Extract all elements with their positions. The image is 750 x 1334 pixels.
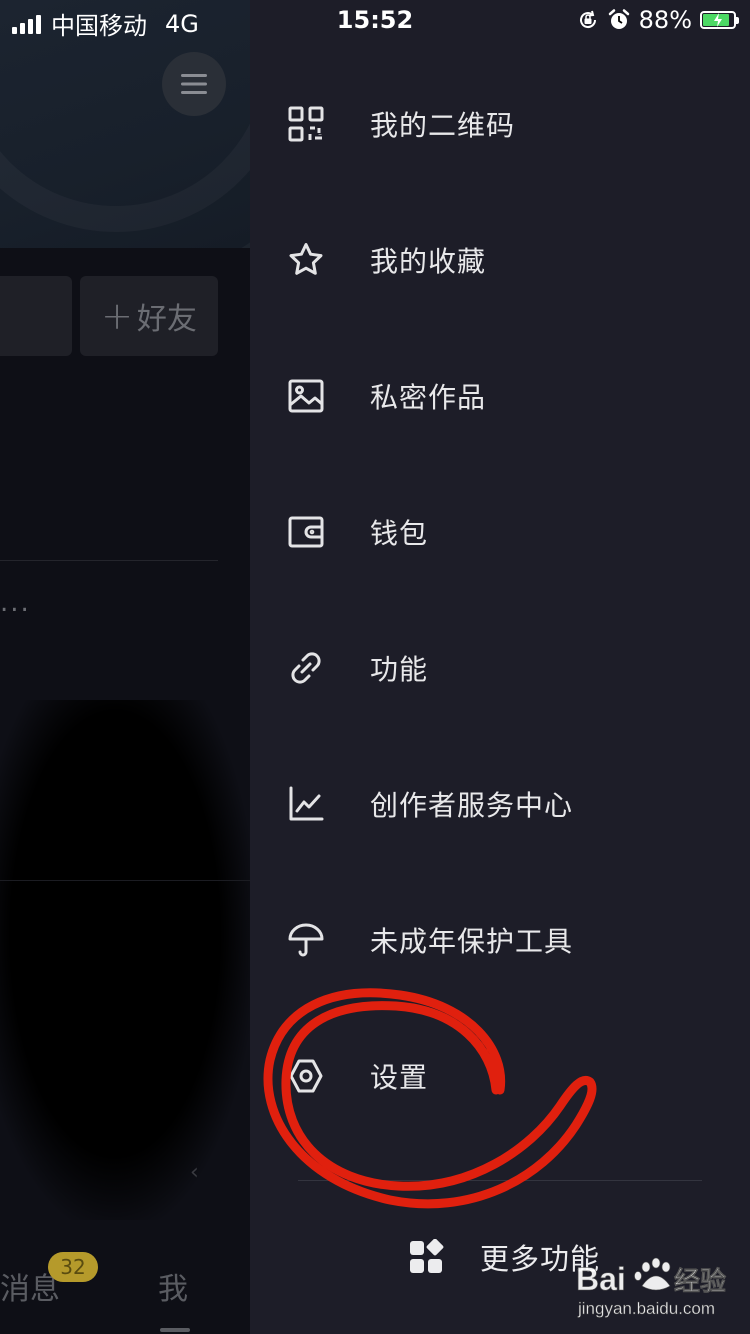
grid-apps-icon bbox=[410, 1239, 444, 1273]
menu-item-label: 功能 bbox=[370, 653, 429, 686]
divider bbox=[0, 880, 250, 881]
menu-item-my-favorites[interactable]: 我的收藏 bbox=[286, 220, 726, 300]
menu-item-minor-protection-tools[interactable]: 未成年保护工具 bbox=[286, 900, 726, 980]
menu-item-wallet[interactable]: 钱包 bbox=[286, 492, 726, 572]
status-bar: 中国移动 4G 15:52 88% bbox=[0, 0, 750, 40]
qr-code-icon bbox=[286, 104, 326, 144]
svg-text:jingyan.baidu.com: jingyan.baidu.com bbox=[577, 1299, 715, 1318]
divider bbox=[0, 560, 218, 561]
menu-item-label: 设置 bbox=[370, 1061, 429, 1094]
more-functions-button[interactable]: 更多功能 bbox=[408, 1224, 600, 1290]
alarm-clock-icon bbox=[608, 9, 629, 29]
add-friend-label: 好友 bbox=[136, 302, 197, 337]
menu-item-settings[interactable]: 设置 bbox=[286, 1036, 726, 1116]
menu-item-label: 创作者服务中心 bbox=[370, 789, 574, 822]
battery-icon bbox=[700, 11, 739, 29]
divider bbox=[298, 1180, 702, 1181]
umbrella-icon bbox=[286, 920, 326, 960]
plus-icon: + bbox=[101, 294, 133, 338]
baidu-jingyan-watermark: Bai 经验 jingyan.baidu.com bbox=[576, 1257, 726, 1318]
menu-item-label: 我的二维码 bbox=[370, 109, 516, 142]
hexagon-settings-icon bbox=[286, 1056, 326, 1096]
hamburger-menu-button[interactable] bbox=[162, 52, 226, 116]
menu-item-functions[interactable]: 功能 bbox=[286, 628, 726, 708]
svg-text:Bai: Bai bbox=[576, 1261, 626, 1297]
menu-item-label: 钱包 bbox=[370, 517, 429, 550]
edit-profile-button[interactable] bbox=[0, 276, 72, 356]
screen: + 好友 ... ‹ 消息 32 我 我的二维码 我的收藏 私密作品 钱包 功能… bbox=[0, 0, 750, 1334]
svg-text:经验: 经验 bbox=[674, 1266, 726, 1297]
menu-item-label: 未成年保护工具 bbox=[370, 925, 574, 958]
chevron-left-icon: ‹ bbox=[190, 1160, 199, 1185]
image-icon bbox=[286, 376, 326, 416]
truncated-text: ... bbox=[0, 588, 31, 618]
menu-item-my-qr-code[interactable]: 我的二维码 bbox=[286, 84, 726, 164]
hamburger-icon bbox=[181, 74, 207, 94]
tab-me[interactable]: 我 bbox=[158, 1264, 188, 1308]
wallet-icon bbox=[286, 512, 326, 552]
link-icon bbox=[286, 648, 326, 688]
menu-item-private-works[interactable]: 私密作品 bbox=[286, 356, 726, 436]
side-drawer: 我的二维码 我的收藏 私密作品 钱包 功能 创作者服务中心 未成年保护工具 设置… bbox=[250, 0, 750, 1334]
active-tab-indicator bbox=[160, 1328, 190, 1332]
background-profile-page[interactable]: + 好友 ... ‹ 消息 32 我 bbox=[0, 0, 250, 1334]
star-icon bbox=[286, 240, 326, 280]
redacted-area bbox=[0, 700, 250, 1220]
orientation-lock-icon bbox=[579, 10, 596, 29]
menu-item-creator-service-center[interactable]: 创作者服务中心 bbox=[286, 764, 726, 844]
menu-item-label: 我的收藏 bbox=[370, 245, 487, 278]
menu-item-label: 私密作品 bbox=[370, 381, 487, 414]
message-count-badge: 32 bbox=[48, 1252, 98, 1282]
battery-percent: 88% bbox=[638, 6, 692, 34]
chart-icon bbox=[286, 784, 326, 824]
paw-icon bbox=[634, 1257, 671, 1291]
add-friend-button[interactable]: + 好友 bbox=[80, 276, 218, 356]
